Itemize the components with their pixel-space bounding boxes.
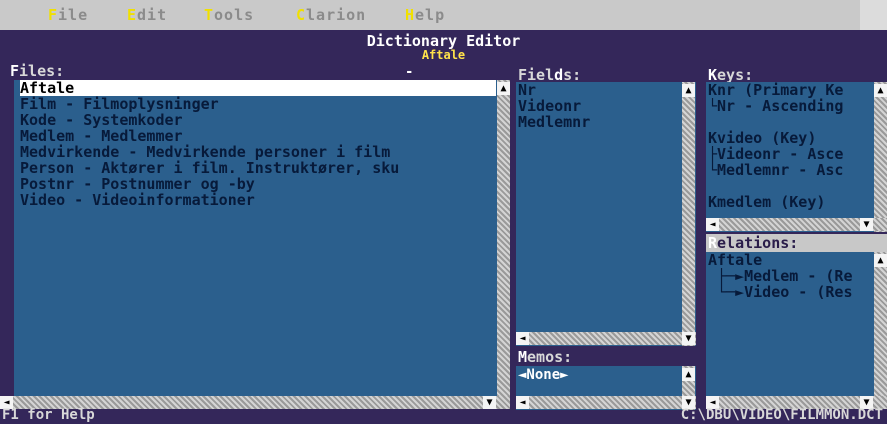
relation-item[interactable]: └─►Video - (Res <box>708 284 874 300</box>
key-item[interactable]: Kmedlem (Key) <box>708 194 874 210</box>
menu-clarion[interactable]: Clarion <box>296 6 366 24</box>
scroll-left-arrow-icon[interactable]: ◄ <box>706 218 719 231</box>
menu-edit-label: dit <box>137 6 168 24</box>
key-item[interactable]: └Medlemnr - Asc <box>708 162 874 178</box>
fields-vertical-scrollbar[interactable] <box>682 82 695 346</box>
scroll-left-arrow-icon[interactable]: ◄ <box>516 396 529 409</box>
files-heading: Files: <box>10 62 64 80</box>
menu-help-label: elp <box>415 6 446 24</box>
field-item[interactable]: Medlemnr <box>518 114 678 130</box>
keys-list: Knr (Primary Ke └Nr - Ascending Kvideo (… <box>708 82 874 210</box>
memos-heading-hotkey: M <box>518 348 528 366</box>
menu-edit[interactable]: Edit <box>127 6 167 24</box>
memos-value[interactable]: ◄None► <box>518 367 569 383</box>
keys-list-panel[interactable]: Knr (Primary Ke └Nr - Ascending Kvideo (… <box>706 82 887 232</box>
field-item[interactable]: Nr <box>518 82 678 98</box>
key-item[interactable]: ├Videonr - Asce <box>708 146 874 162</box>
relations-heading-hotkey: R <box>708 234 718 252</box>
files-list-panel[interactable]: Aftale Film - Filmoplysninger Kode - Sys… <box>14 80 510 408</box>
dictionary-editor-window: Dictionary Editor Aftale - Files: Aftale… <box>0 30 887 424</box>
relations-vertical-scrollbar[interactable] <box>874 252 887 408</box>
window-marker: - <box>405 64 414 80</box>
file-item[interactable]: Person - Aktører i film. Instruktører, s… <box>20 160 496 176</box>
file-item[interactable]: Film - Filmoplysninger <box>20 96 496 112</box>
scroll-up-arrow-icon[interactable]: ▲ <box>682 84 695 97</box>
status-bar: F1 for Help C:\DBU\VIDEO\FILMMON.DCT <box>0 407 887 424</box>
menu-bar: File Edit Tools Clarion Help <box>0 0 860 30</box>
window-subtitle: Aftale <box>421 48 466 62</box>
files-heading-label: iles: <box>19 62 65 80</box>
menu-file[interactable]: File <box>48 6 88 24</box>
scroll-down-arrow-icon[interactable]: ▼ <box>682 332 695 345</box>
key-item <box>708 114 874 130</box>
scroll-down-arrow-icon[interactable]: ▼ <box>483 396 496 409</box>
menu-clarion-hotkey: C <box>296 6 307 24</box>
dictionary-path: C:\DBU\VIDEO\FILMMON.DCT <box>680 407 883 423</box>
relations-list: Aftale ├─►Medlem - (Re └─►Video - (Res <box>708 252 874 300</box>
files-vertical-scrollbar[interactable] <box>497 80 510 408</box>
menu-file-label: ile <box>58 6 89 24</box>
memos-heading-label: emos: <box>527 348 573 366</box>
menu-tools[interactable]: Tools <box>204 6 254 24</box>
file-item[interactable]: Video - Videoinformationer <box>20 192 496 208</box>
relation-item[interactable]: ├─►Medlem - (Re <box>708 268 874 284</box>
scroll-left-arrow-icon[interactable]: ◄ <box>516 332 529 345</box>
menu-clarion-label: larion <box>306 6 367 24</box>
files-list: Aftale Film - Filmoplysninger Kode - Sys… <box>20 80 496 208</box>
field-item[interactable]: Videonr <box>518 98 678 114</box>
scroll-up-arrow-icon[interactable]: ▲ <box>497 82 510 95</box>
fields-horizontal-scrollbar[interactable] <box>516 332 696 345</box>
key-item[interactable]: Kvideo (Key) <box>708 130 874 146</box>
relations-heading-label: elations: <box>717 234 799 252</box>
key-item[interactable]: Knr (Primary Ke <box>708 82 874 98</box>
file-item[interactable]: Medlem - Medlemmer <box>20 128 496 144</box>
fields-list-panel[interactable]: Nr Videonr Medlemnr ▲ <box>516 82 696 346</box>
menu-edit-hotkey: E <box>127 6 138 24</box>
memos-horizontal-scrollbar[interactable] <box>516 396 696 409</box>
menu-file-hotkey: F <box>48 6 59 24</box>
menu-tools-label: ools <box>214 6 255 24</box>
memos-heading: Memos: <box>518 348 572 366</box>
scroll-up-arrow-icon[interactable]: ▲ <box>874 84 887 97</box>
dos-screen: File Edit Tools Clarion Help Dictionary … <box>0 0 887 424</box>
scroll-up-arrow-icon[interactable]: ▲ <box>874 254 887 267</box>
file-item[interactable]: Kode - Systemkoder <box>20 112 496 128</box>
scroll-up-arrow-icon[interactable]: ▲ <box>682 368 695 381</box>
scroll-down-arrow-icon[interactable]: ▼ <box>860 218 873 231</box>
menu-help[interactable]: Help <box>405 6 445 24</box>
files-heading-hotkey: F <box>10 62 20 80</box>
menu-tools-hotkey: T <box>204 6 215 24</box>
key-item <box>708 178 874 194</box>
file-item[interactable]: Postnr - Postnummer og -by <box>20 176 496 192</box>
relations-list-panel[interactable]: Aftale ├─►Medlem - (Re └─►Video - (Res ▲ <box>706 252 887 408</box>
file-item[interactable]: Medvirkende - Medvirkende personer i fil… <box>20 144 496 160</box>
menu-help-hotkey: H <box>405 6 416 24</box>
key-item[interactable]: └Nr - Ascending <box>708 98 874 114</box>
keys-vertical-scrollbar[interactable] <box>874 82 887 232</box>
file-item[interactable]: Aftale <box>20 80 496 96</box>
fields-list: Nr Videonr Medlemnr <box>518 82 678 130</box>
help-hint: F1 for Help <box>2 407 95 423</box>
relation-item[interactable]: Aftale <box>708 252 874 268</box>
relations-heading: Relations: <box>708 234 798 252</box>
